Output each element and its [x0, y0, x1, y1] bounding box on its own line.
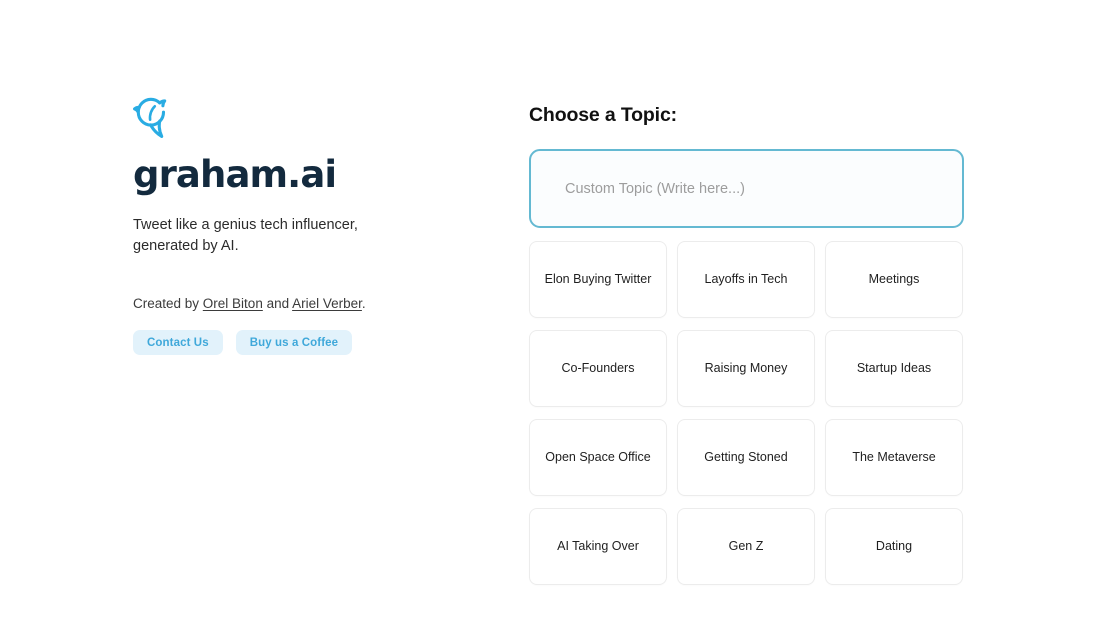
topic-card[interactable]: Raising Money: [677, 330, 815, 407]
topic-card[interactable]: Elon Buying Twitter: [529, 241, 667, 318]
topic-card[interactable]: Dating: [825, 508, 963, 585]
app-root: graham.ai Tweet like a genius tech influ…: [0, 0, 1100, 619]
topic-card[interactable]: Co-Founders: [529, 330, 667, 407]
buy-us-a-coffee-button[interactable]: Buy us a Coffee: [235, 330, 353, 355]
topic-card-grid: Elon Buying Twitter Layoffs in Tech Meet…: [529, 241, 964, 585]
topic-card[interactable]: Getting Stoned: [677, 419, 815, 496]
topics-panel: Choose a Topic: Elon Buying Twitter Layo…: [529, 104, 964, 585]
credit-line: Created by Orel Biton and Ariel Verber.: [133, 295, 493, 313]
brand-wordmark: graham.ai: [133, 153, 337, 196]
topic-card[interactable]: Gen Z: [677, 508, 815, 585]
bird-icon: [133, 97, 167, 138]
choose-a-topic-heading: Choose a Topic:: [529, 104, 677, 126]
author-link-ariel-verber[interactable]: Ariel Verber: [292, 296, 362, 311]
author-link-orel-biton[interactable]: Orel Biton: [203, 296, 263, 311]
topic-card[interactable]: Meetings: [825, 241, 963, 318]
credit-prefix: Created by: [133, 296, 203, 311]
topic-card[interactable]: AI Taking Over: [529, 508, 667, 585]
topic-card[interactable]: The Metaverse: [825, 419, 963, 496]
contact-us-button[interactable]: Contact Us: [133, 330, 223, 355]
topic-card[interactable]: Layoffs in Tech: [677, 241, 815, 318]
brand-tagline: Tweet like a genius tech influencer, gen…: [133, 217, 358, 254]
custom-topic-input[interactable]: [529, 149, 964, 228]
brand-panel: graham.ai Tweet like a genius tech influ…: [133, 96, 493, 355]
topic-card[interactable]: Startup Ideas: [825, 330, 963, 407]
topic-card[interactable]: Open Space Office: [529, 419, 667, 496]
action-button-row: Contact Us Buy us a Coffee: [133, 330, 493, 355]
credit-suffix: .: [361, 296, 366, 311]
credit-separator: and: [262, 296, 293, 311]
